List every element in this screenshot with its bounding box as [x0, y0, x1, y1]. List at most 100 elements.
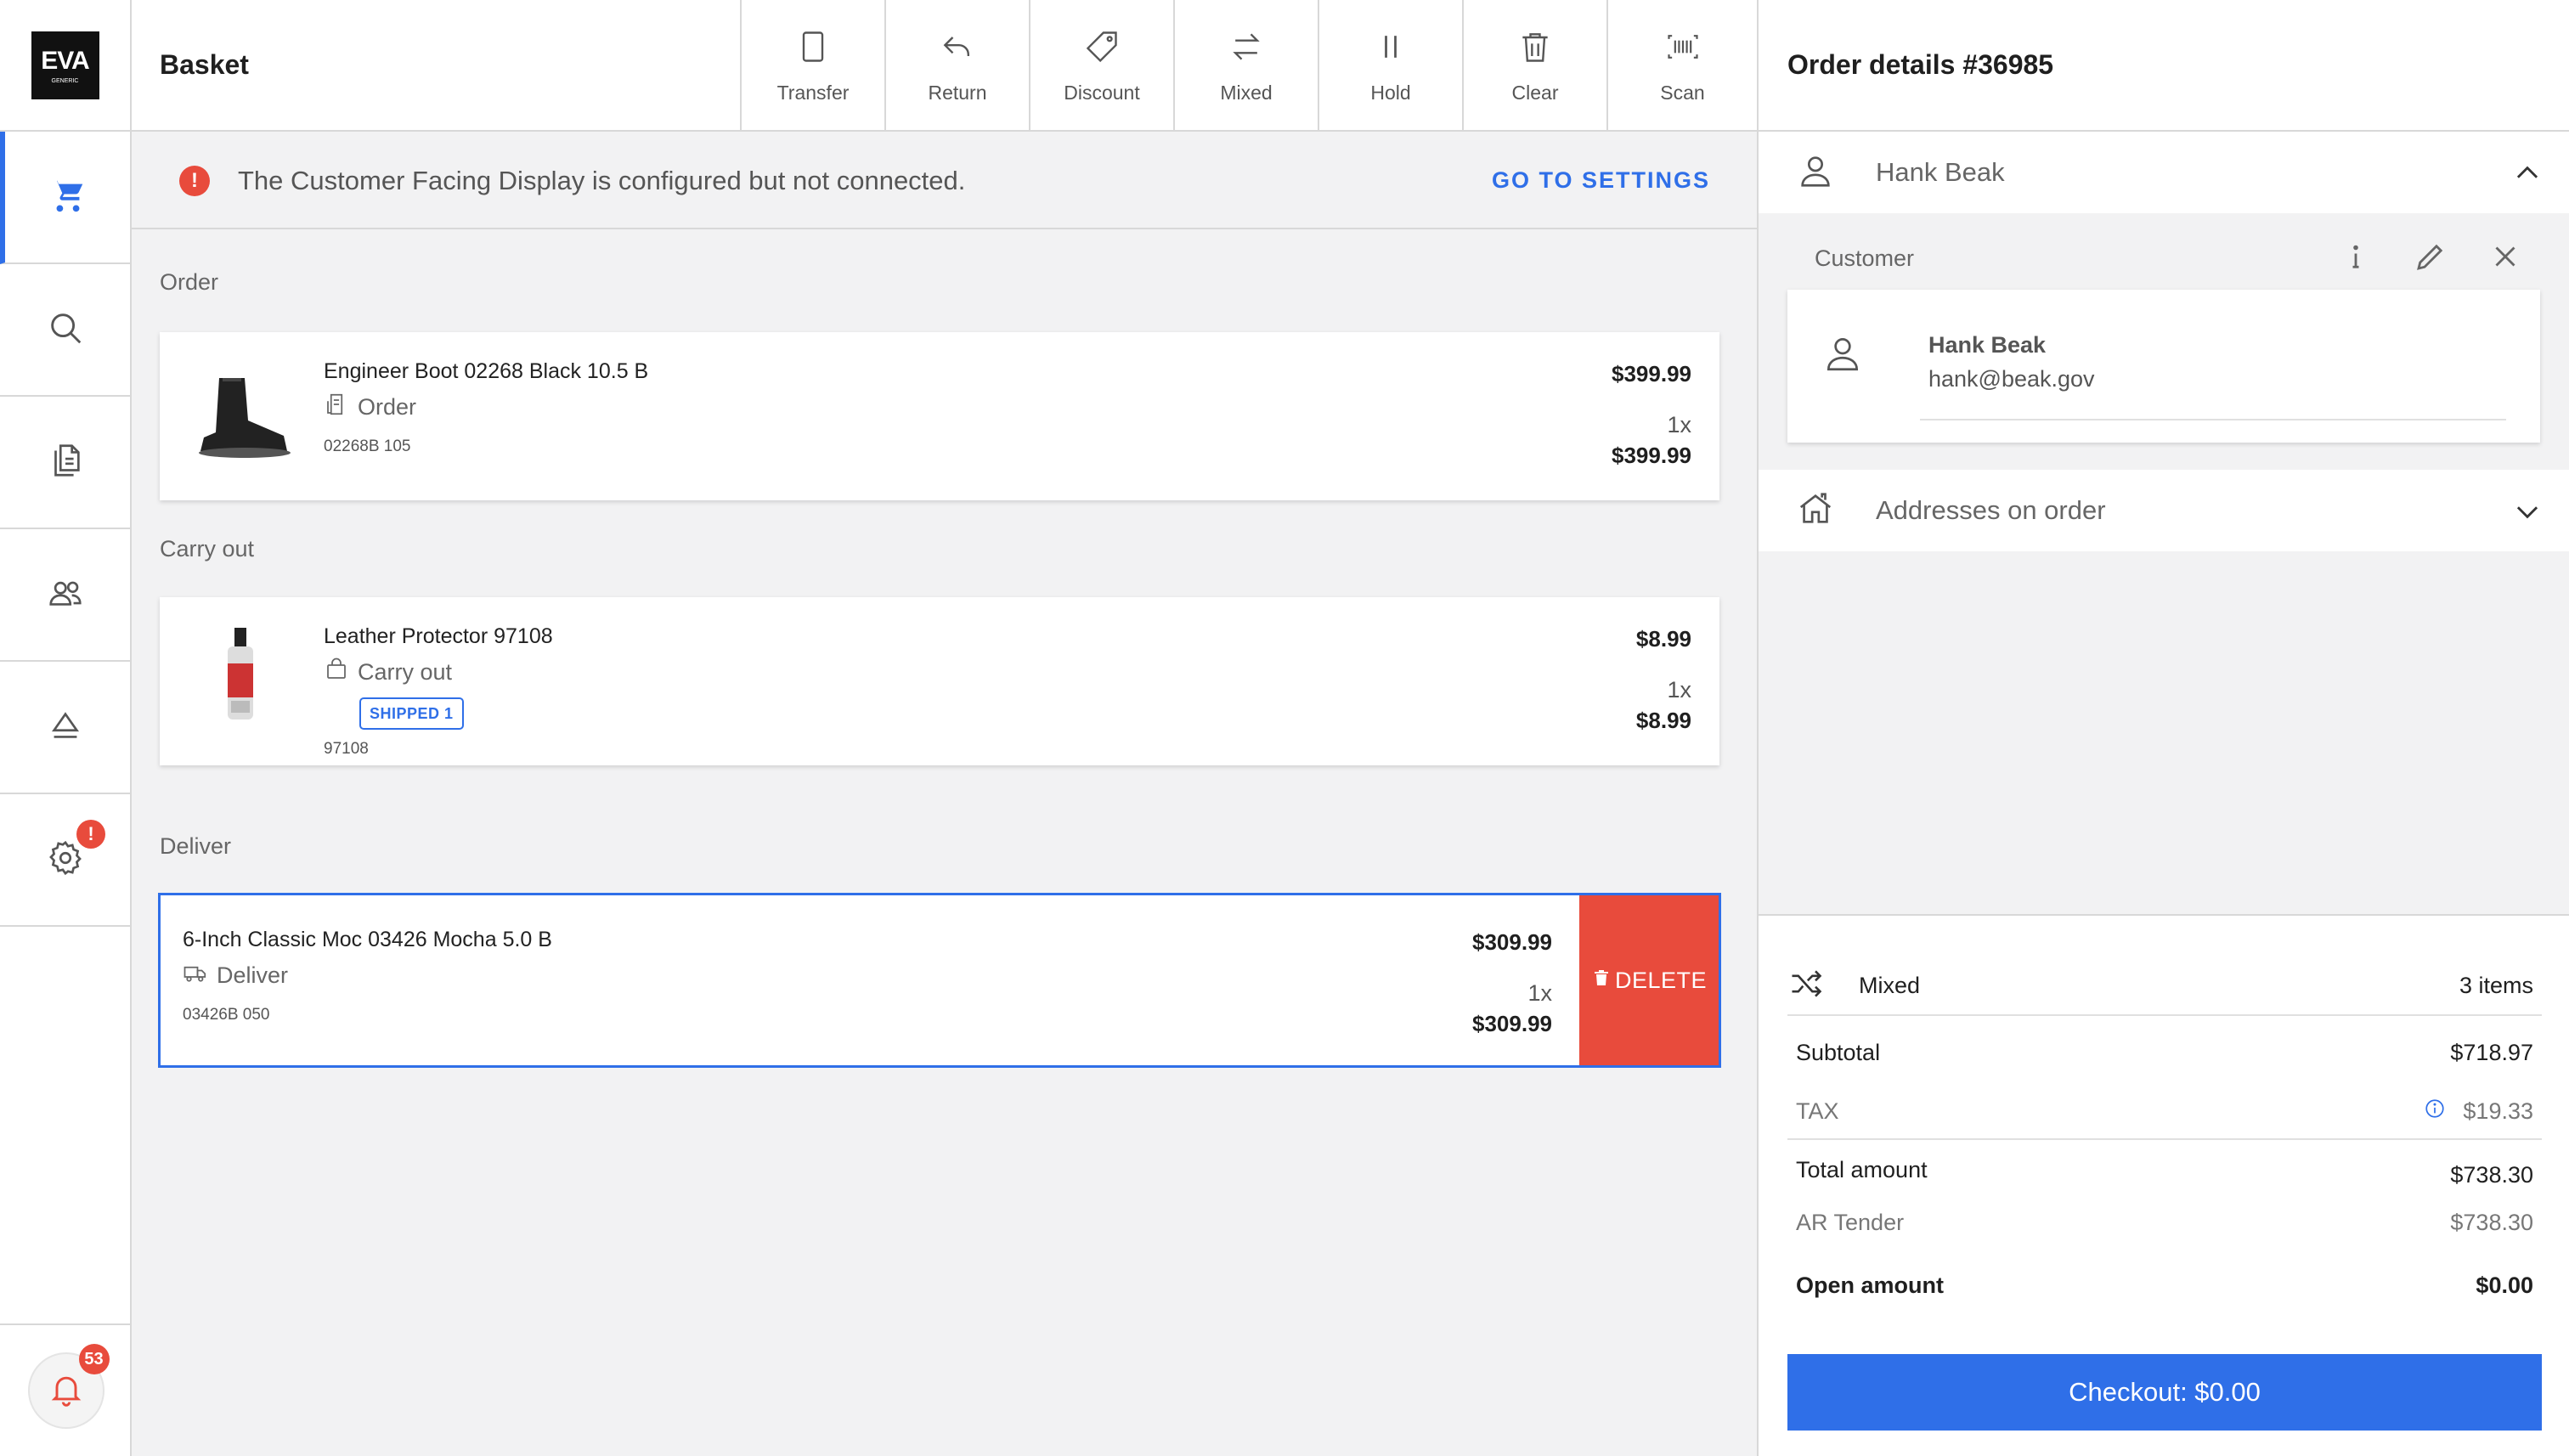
method-label: Carry out — [358, 659, 453, 685]
line-item-total: $309.99 — [1472, 1011, 1552, 1036]
line-item-quantity: 1x — [1527, 980, 1552, 1006]
order-line-card[interactable]: Engineer Boot 02268 Black 10.5 B Order 0… — [160, 332, 1719, 500]
clear-label: Clear — [1511, 81, 1559, 104]
chevron-down-icon[interactable] — [2511, 495, 2544, 528]
truck-icon — [183, 960, 208, 991]
subtotal-row: Subtotal $718.97 — [1796, 1040, 2533, 1066]
line-item-sku: 97108 — [324, 740, 369, 758]
scan-label: Scan — [1660, 81, 1705, 104]
customer-card[interactable]: Hank Beak hank@beak.gov — [1787, 290, 2540, 443]
total-value: $738.30 — [2450, 1162, 2533, 1188]
go-to-settings-link[interactable]: GO TO SETTINGS — [1492, 167, 1710, 194]
line-item-price: $399.99 — [1612, 361, 1691, 387]
transfer-button[interactable]: Transfer — [740, 0, 884, 132]
discount-button[interactable]: Discount — [1029, 0, 1173, 132]
line-item-name: 6-Inch Classic Moc 03426 Mocha 5.0 B — [183, 928, 552, 951]
line-item-quantity: 1x — [1667, 677, 1691, 703]
shipped-badge: SHIPPED 1 — [359, 697, 464, 730]
line-item-name: Engineer Boot 02268 Black 10.5 B — [324, 359, 649, 383]
tax-value-group: $19.33 — [2424, 1098, 2533, 1126]
checkout-button[interactable]: Checkout: $0.00 — [1787, 1354, 2542, 1431]
notifications-button[interactable]: 53 — [27, 1344, 110, 1429]
customer-header: Customer — [1787, 239, 2540, 278]
items-count: 3 items — [2459, 972, 2533, 998]
tablet-icon — [794, 28, 832, 82]
line-item-method: Order — [324, 392, 416, 423]
order-details-panel: Order details #36985 Hank Beak Customer — [1757, 0, 2569, 1456]
sidebar-item-settings[interactable]: ! — [0, 794, 130, 927]
close-icon[interactable] — [2487, 239, 2523, 279]
notifications-area: 53 — [0, 1323, 132, 1456]
customer-section: Customer Hank Beak hank@beak.gov — [1759, 213, 2569, 470]
method-label: Deliver — [217, 962, 289, 988]
deliver-line-card[interactable]: 6-Inch Classic Moc 03426 Mocha 5.0 B Del… — [158, 893, 1721, 1068]
barcode-icon — [1664, 28, 1702, 82]
line-item-sku: 02268B 105 — [324, 437, 411, 455]
return-icon — [939, 28, 976, 82]
documents-icon — [46, 441, 85, 484]
alert-message: The Customer Facing Display is configure… — [238, 166, 966, 195]
tax-label: TAX — [1796, 1098, 1839, 1124]
delete-line-button[interactable]: DELETE — [1579, 895, 1719, 1065]
top-toolbar: Basket Transfer Return Discount Mixed Ho… — [132, 0, 1757, 132]
method-label: Order — [358, 394, 417, 420]
logo-text: EVA — [41, 46, 89, 75]
mixed-summary-row: Mixed 3 items — [1787, 957, 2542, 1016]
open-label: Open amount — [1796, 1273, 1944, 1298]
carry-out-line-card[interactable]: Leather Protector 97108 Carry out SHIPPE… — [160, 597, 1719, 765]
info-icon[interactable] — [2338, 239, 2374, 279]
document-icon — [324, 392, 349, 423]
clear-button[interactable]: Clear — [1462, 0, 1606, 132]
hold-label: Hold — [1370, 81, 1411, 104]
mixed-button[interactable]: Mixed — [1173, 0, 1318, 132]
sidebar-item-cart[interactable] — [0, 132, 130, 264]
addresses-accordion-header[interactable]: Addresses on order — [1759, 470, 2569, 551]
sidebar-item-customers[interactable] — [0, 529, 130, 662]
eva-logo[interactable]: EVA GENERIC — [31, 31, 99, 99]
open-value: $0.00 — [2476, 1273, 2533, 1298]
notification-count-badge: 53 — [78, 1344, 110, 1374]
sidebar: EVA GENERIC ! 53 — [0, 0, 132, 1456]
mixed-label: Mixed — [1220, 81, 1273, 104]
tender-value: $738.30 — [2450, 1210, 2533, 1235]
divider — [1920, 419, 2506, 420]
customer-accordion-header[interactable]: Hank Beak — [1759, 132, 2569, 213]
delete-label: DELETE — [1614, 967, 1708, 993]
cfd-alert-banner: ! The Customer Facing Display is configu… — [132, 132, 1757, 229]
discount-label: Discount — [1064, 81, 1140, 104]
customer-email: hank@beak.gov — [1928, 366, 2095, 392]
settings-alert-badge: ! — [76, 820, 105, 849]
sidebar-item-documents[interactable] — [0, 397, 130, 529]
scan-button[interactable]: Scan — [1606, 0, 1757, 132]
logo-area: EVA GENERIC — [0, 0, 130, 132]
transfer-label: Transfer — [776, 81, 850, 104]
shuffle-icon — [1787, 965, 1825, 1007]
total-amount-row: Total amount $738.30 — [1796, 1152, 2533, 1188]
home-icon — [1796, 489, 1835, 533]
customer-label: Customer — [1815, 245, 1915, 271]
tax-value: $19.33 — [2463, 1098, 2533, 1124]
boot-thumbnail — [194, 370, 294, 467]
tax-row: TAX $19.33 — [1796, 1098, 2533, 1126]
chevron-up-icon[interactable] — [2511, 157, 2544, 189]
person-icon — [1796, 151, 1835, 195]
subtotal-label: Subtotal — [1796, 1040, 1881, 1065]
line-item-name: Leather Protector 97108 — [324, 624, 553, 648]
person-icon — [1821, 332, 1864, 375]
info-circle-icon[interactable] — [2424, 1098, 2446, 1126]
bag-icon — [324, 657, 349, 688]
return-button[interactable]: Return — [884, 0, 1029, 132]
section-label-carry-out: Carry out — [160, 536, 255, 562]
tender-label: AR Tender — [1796, 1210, 1905, 1235]
section-label-order: Order — [160, 269, 219, 295]
sidebar-item-search[interactable] — [0, 264, 130, 397]
sidebar-item-eject[interactable] — [0, 662, 130, 794]
swap-icon — [1228, 28, 1265, 82]
totals-panel: Mixed 3 items Subtotal $718.97 TAX $19.3… — [1759, 914, 2569, 1456]
total-label: Total amount — [1796, 1157, 1928, 1182]
hold-button[interactable]: Hold — [1318, 0, 1462, 132]
order-details-title: Order details #36985 — [1759, 0, 2569, 132]
edit-pencil-icon[interactable] — [2413, 239, 2448, 279]
divider — [1787, 1138, 2542, 1140]
line-item-method: Carry out — [324, 657, 452, 688]
